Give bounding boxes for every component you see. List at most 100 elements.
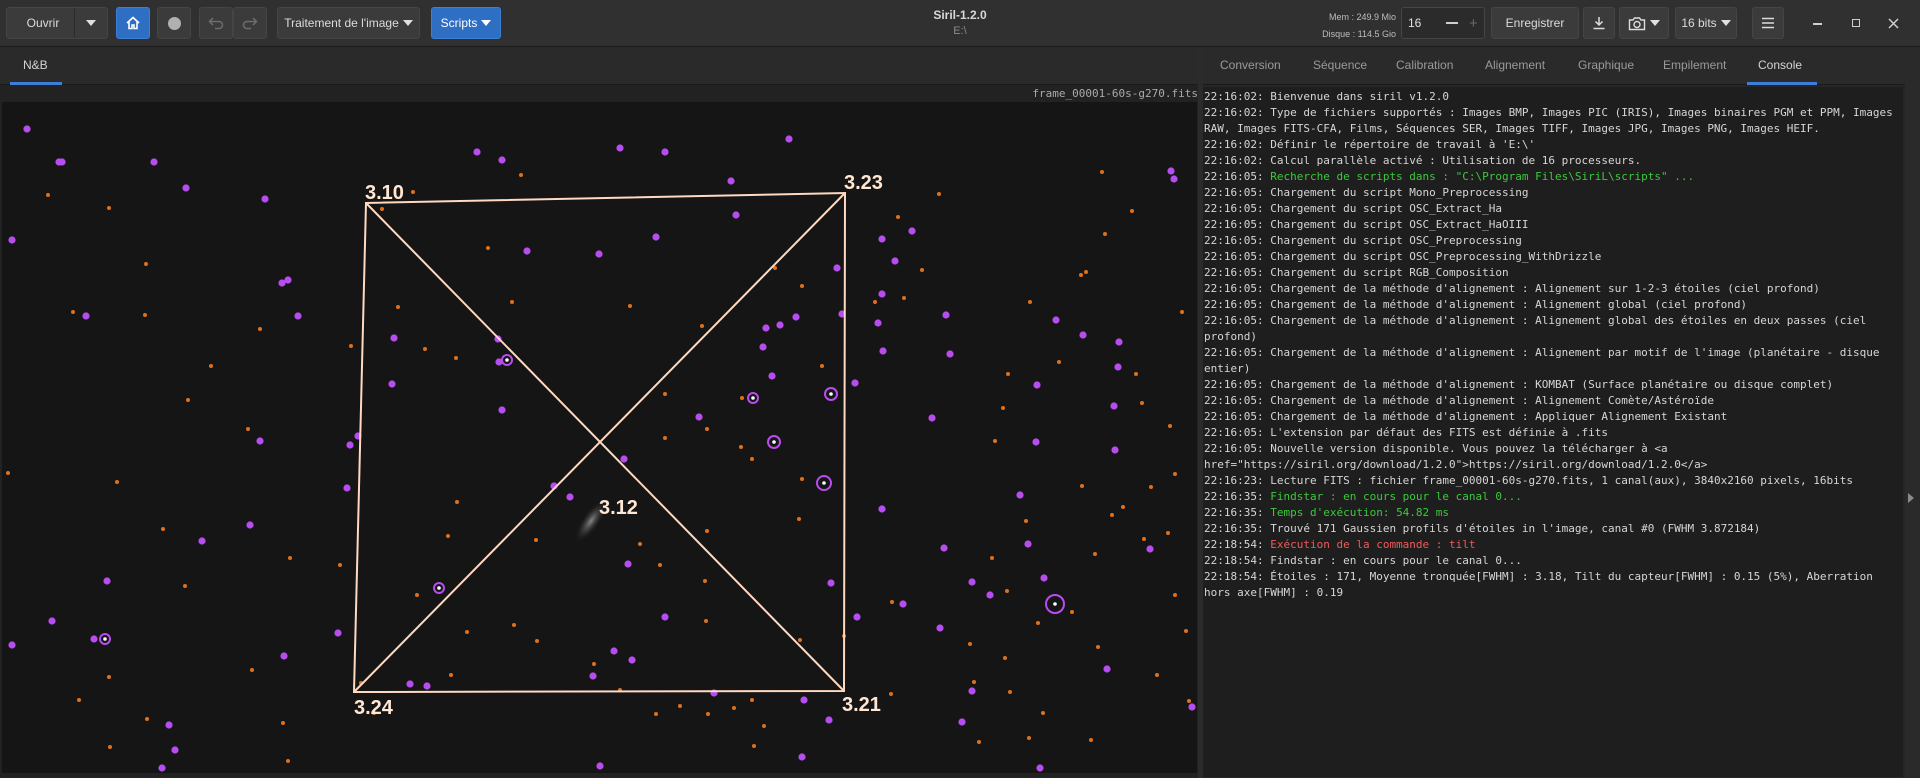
star-marker [115,480,119,484]
star-marker [785,135,793,143]
console-timestamp: 22:18:54: [1204,554,1264,567]
console-line: 22:16:05: Chargement de la méthode d'ali… [1204,393,1902,409]
tab-registration[interactable]: Alignement [1485,58,1545,72]
thread-count-spinner[interactable]: 16 + [1401,7,1485,39]
star-marker [1089,738,1093,742]
save-as-button[interactable] [1583,7,1615,39]
undo-button[interactable] [199,7,233,39]
tilt-value-bottom-left: 3.24 [354,697,394,719]
star-marker [705,529,709,533]
star-marker [46,193,50,197]
star-marker [473,148,481,156]
console-timestamp: 22:16:02: [1204,90,1264,103]
star-marker [740,396,744,400]
console-timestamp: 22:16:05: [1204,186,1264,199]
star-marker [1036,621,1040,625]
chevron-down-icon [1650,20,1660,26]
star-marker [610,647,618,655]
tab-calibration[interactable]: Calibration [1396,58,1453,72]
snapshot-button[interactable] [1619,7,1669,39]
star-marker [108,745,112,749]
maximize-button[interactable] [1847,14,1867,34]
save-button[interactable]: Enregistrer [1491,7,1579,39]
star-marker [972,680,976,684]
star-core [751,396,755,400]
live-stack-button[interactable] [157,7,191,39]
minus-icon[interactable] [1446,22,1458,24]
console-line: 22:16:35: Temps d'exécution: 54.82 ms [1204,505,1902,521]
star-marker [825,716,833,724]
redo-button[interactable] [233,7,267,39]
tab-conversion[interactable]: Conversion [1220,58,1281,72]
console-line: 22:16:02: Définir le répertoire de trava… [1204,137,1902,153]
star-marker [968,578,976,586]
star-marker [145,717,149,721]
star-marker [423,347,427,351]
star-marker [454,356,458,360]
chevron-down-icon [1720,20,1731,26]
star-marker [150,158,158,166]
scripts-menu-button[interactable]: Scripts [431,7,501,39]
star-core [505,358,509,362]
star-marker [732,706,736,710]
star-marker [958,718,966,726]
star-marker [8,236,16,244]
tab-console[interactable]: Console [1758,58,1802,72]
console-message: Recherche de scripts dans : "C:\Program … [1270,170,1695,183]
console-message: Nouvelle version disponible. Vous pouvez… [1204,442,1708,471]
star-marker [158,764,166,772]
console-message: Type de fichiers supportés : Images BMP,… [1204,106,1900,135]
star-markers-ringed [99,354,1065,645]
star-marker [1024,540,1032,548]
console-message: Définir le répertoire de travail à 'E:\' [1270,138,1536,151]
console-line: 22:16:05: Chargement de la méthode d'ali… [1204,377,1902,393]
close-button[interactable] [1884,14,1904,34]
star-marker [661,613,669,621]
star-core [829,392,833,396]
star-marker [727,177,735,185]
star-marker [1024,519,1028,523]
open-recent-dropdown-button[interactable] [74,7,108,39]
star-marker [1103,665,1111,673]
star-marker [566,493,574,501]
console-line: 22:16:23: Lecture FITS : fichier frame_0… [1204,473,1902,489]
console-log[interactable]: 22:16:02: Bienvenue dans siril v1.2.0 22:… [1203,87,1903,777]
star-marker [946,350,954,358]
image-processing-menu-button[interactable]: Traitement de l'image [277,7,420,39]
star-marker [902,296,906,300]
star-marker [423,682,431,690]
plus-icon[interactable]: + [1469,16,1478,31]
star-marker [107,675,111,679]
home-button[interactable] [116,7,150,39]
star-marker [250,668,254,672]
star-marker [286,759,290,763]
console-timestamp: 22:16:05: [1204,410,1264,423]
panel-collapse-strip[interactable] [1905,47,1920,778]
bit-depth-selector[interactable]: 16 bits [1675,7,1737,39]
star-marker [928,414,936,422]
star-marker [705,427,709,431]
minimize-button[interactable] [1808,14,1828,34]
star-marker [920,268,924,272]
tab-mono[interactable]: N&B [23,58,48,72]
console-line: 22:16:05: Chargement du script RGB_Compo… [1204,265,1902,281]
image-viewer-panel: N&B frame_00001-60s-g270.fits 3.10 3.23 … [0,47,1200,778]
chevron-right-icon[interactable] [1908,493,1914,503]
tab-sequence[interactable]: Séquence [1313,58,1367,72]
main-menu-button[interactable] [1752,7,1784,39]
star-marker [1170,175,1178,183]
tab-stacking[interactable]: Empilement [1663,58,1726,72]
console-timestamp: 22:16:05: [1204,282,1264,295]
open-button[interactable]: Ouvrir [6,7,80,39]
undo-icon [208,17,224,30]
star-marker [936,624,944,632]
console-line: 22:16:02: Calcul parallèle activé : Util… [1204,153,1902,169]
star-marker [878,505,886,513]
console-line: 22:16:05: Chargement de la méthode d'ali… [1204,281,1902,297]
tab-plot[interactable]: Graphique [1578,58,1634,72]
image-canvas[interactable]: 3.10 3.23 3.12 3.24 3.21 [2,102,1197,773]
star-marker [853,613,861,621]
star-marker [1084,270,1088,274]
star-marker [1110,402,1118,410]
star-marker [338,563,342,567]
